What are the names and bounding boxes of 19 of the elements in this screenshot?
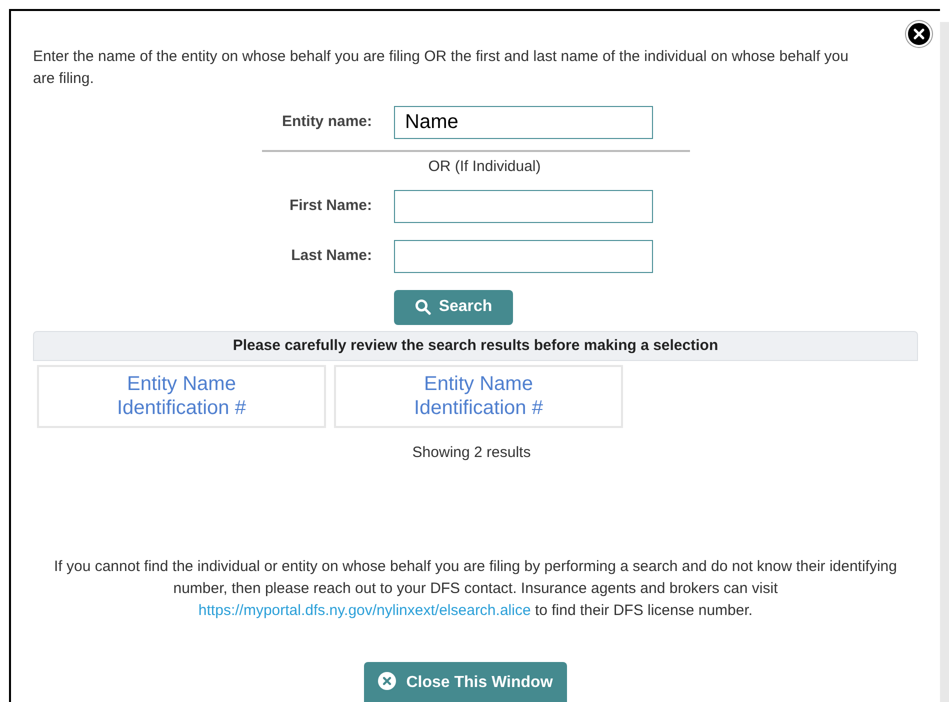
results-count: Showing 2 results [411,442,532,462]
search-button[interactable]: Search [394,290,513,324]
instructions-text: Enter the name of the entity on whose behalf you are filing OR the first and last name of the individual on whose behalf you are filing. [33,47,850,89]
input-field[interactable]: Name [394,106,653,139]
license-search-link[interactable]: https://myportal.dfs.ny.gov/nylinxext/elsearch.alice [198,602,531,619]
close-window-button[interactable]: Close This Window [364,662,567,702]
close-icon [378,672,396,690]
search-icon [414,299,431,315]
separator-text: OR (If Individual) [428,157,541,177]
result-card[interactable]: Entity Name Identification # [37,364,326,428]
field-label: First Name: [288,196,372,216]
results-header: Please carefully review the search results before making a selection [33,330,918,360]
help-text: If you cannot find the individual or entity on whose behalf you are filing by performing a search and do not know their identifying number, then please reach out to your DFS contact. Insurance agents and brokers can visit https://myportal.dfs.ny.gov/nylinxext/elsearch.alice to find their DFS license number. [52,557,898,621]
field-label: Last Name: [290,246,372,266]
result-card[interactable]: Entity Name Identification # [334,364,623,428]
close-icon[interactable] [906,21,932,47]
input-field[interactable] [394,190,653,222]
field-label: Entity name: [280,112,372,132]
input-field[interactable] [394,240,653,272]
